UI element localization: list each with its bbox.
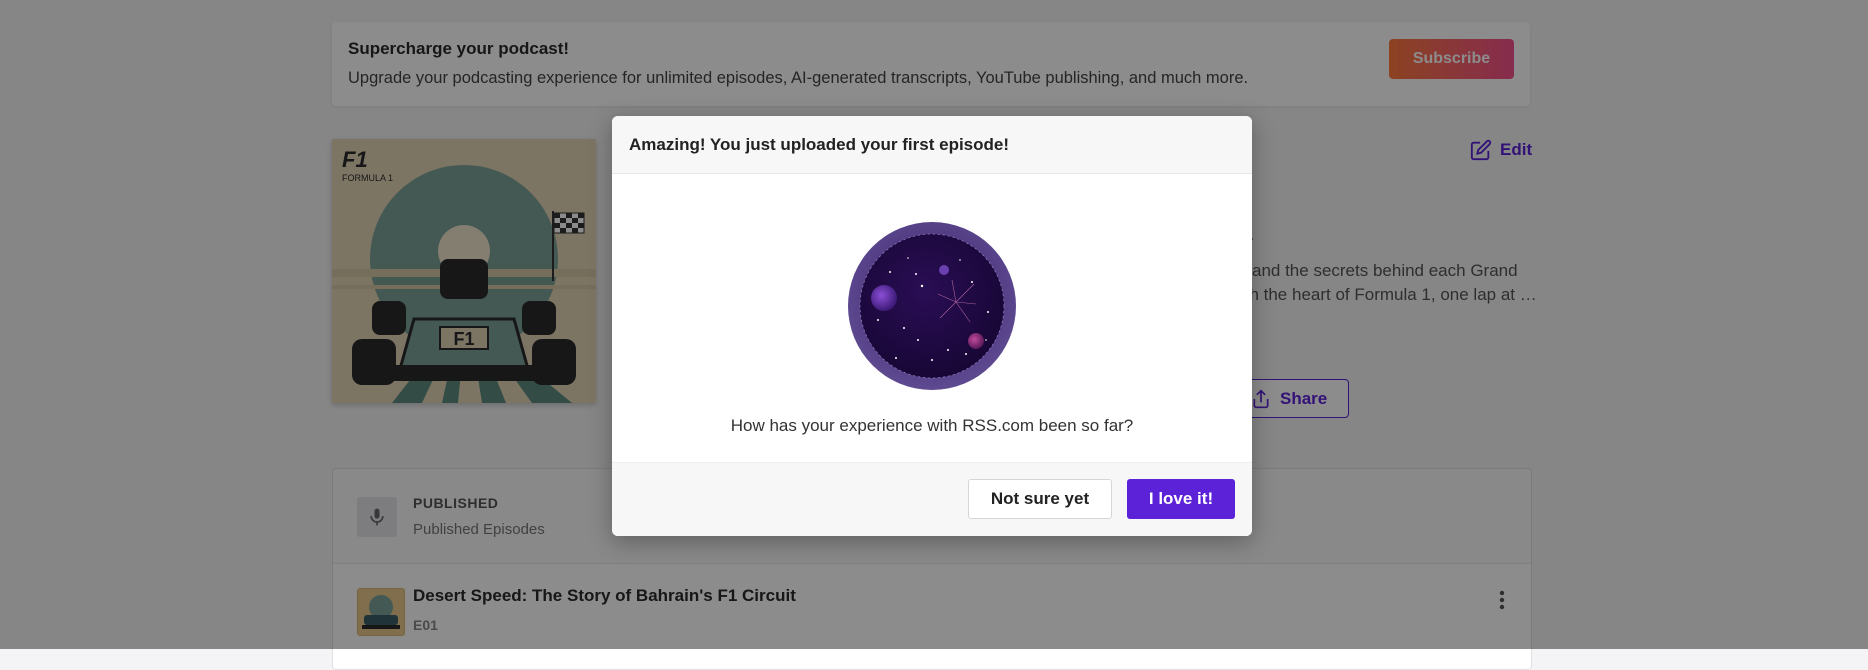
feedback-modal: Amazing! You just uploaded your first ep…: [612, 116, 1252, 536]
love-it-button[interactable]: I love it!: [1127, 479, 1235, 519]
modal-title: Amazing! You just uploaded your first ep…: [612, 116, 1252, 174]
space-illustration: [848, 222, 1016, 390]
modal-footer: Not sure yet I love it!: [612, 462, 1252, 536]
modal-body: How has your experience with RSS.com bee…: [612, 174, 1252, 464]
modal-question: How has your experience with RSS.com bee…: [730, 416, 1134, 435]
podcast-dashboard: Supercharge your podcast! Upgrade your p…: [0, 0, 1868, 670]
not-sure-button[interactable]: Not sure yet: [968, 479, 1112, 519]
